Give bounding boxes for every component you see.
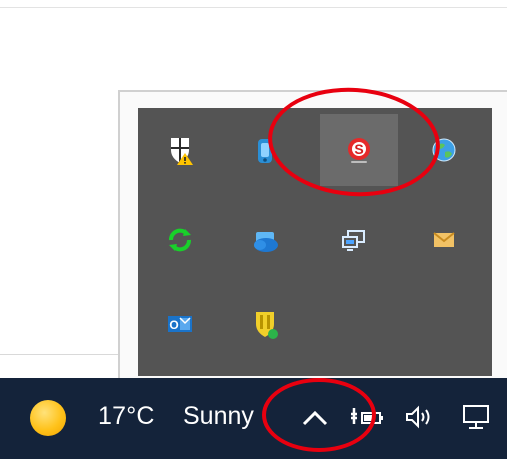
chevron-up-icon[interactable] <box>300 408 330 428</box>
globe-icon[interactable] <box>424 130 464 170</box>
svg-text:O: O <box>169 318 178 332</box>
outlook-icon[interactable]: O <box>160 304 200 344</box>
speaker-icon[interactable] <box>404 402 438 432</box>
taskbar: 17°C Sunny <box>0 378 507 459</box>
page-top-divider <box>0 7 507 8</box>
page-left-divider <box>0 354 120 355</box>
network-battery-icon[interactable] <box>350 402 386 432</box>
green-sync-icon[interactable] <box>160 220 200 260</box>
svg-text:S: S <box>354 141 363 157</box>
cloud-drive-icon[interactable] <box>245 220 285 260</box>
yellow-shield-icon[interactable] <box>245 304 285 344</box>
network-sync-icon[interactable] <box>245 130 285 170</box>
remote-display-icon[interactable] <box>334 220 374 260</box>
monitor-icon[interactable] <box>460 402 494 432</box>
sun-icon[interactable] <box>30 400 66 436</box>
weather-temperature[interactable]: 17°C <box>98 402 155 431</box>
mail-envelope-icon[interactable] <box>424 220 464 260</box>
hidden-icons-flyout: S O <box>138 108 492 376</box>
s-app-icon[interactable]: S <box>320 114 398 186</box>
security-shield-warning-icon[interactable] <box>160 130 200 170</box>
weather-condition[interactable]: Sunny <box>183 402 254 431</box>
